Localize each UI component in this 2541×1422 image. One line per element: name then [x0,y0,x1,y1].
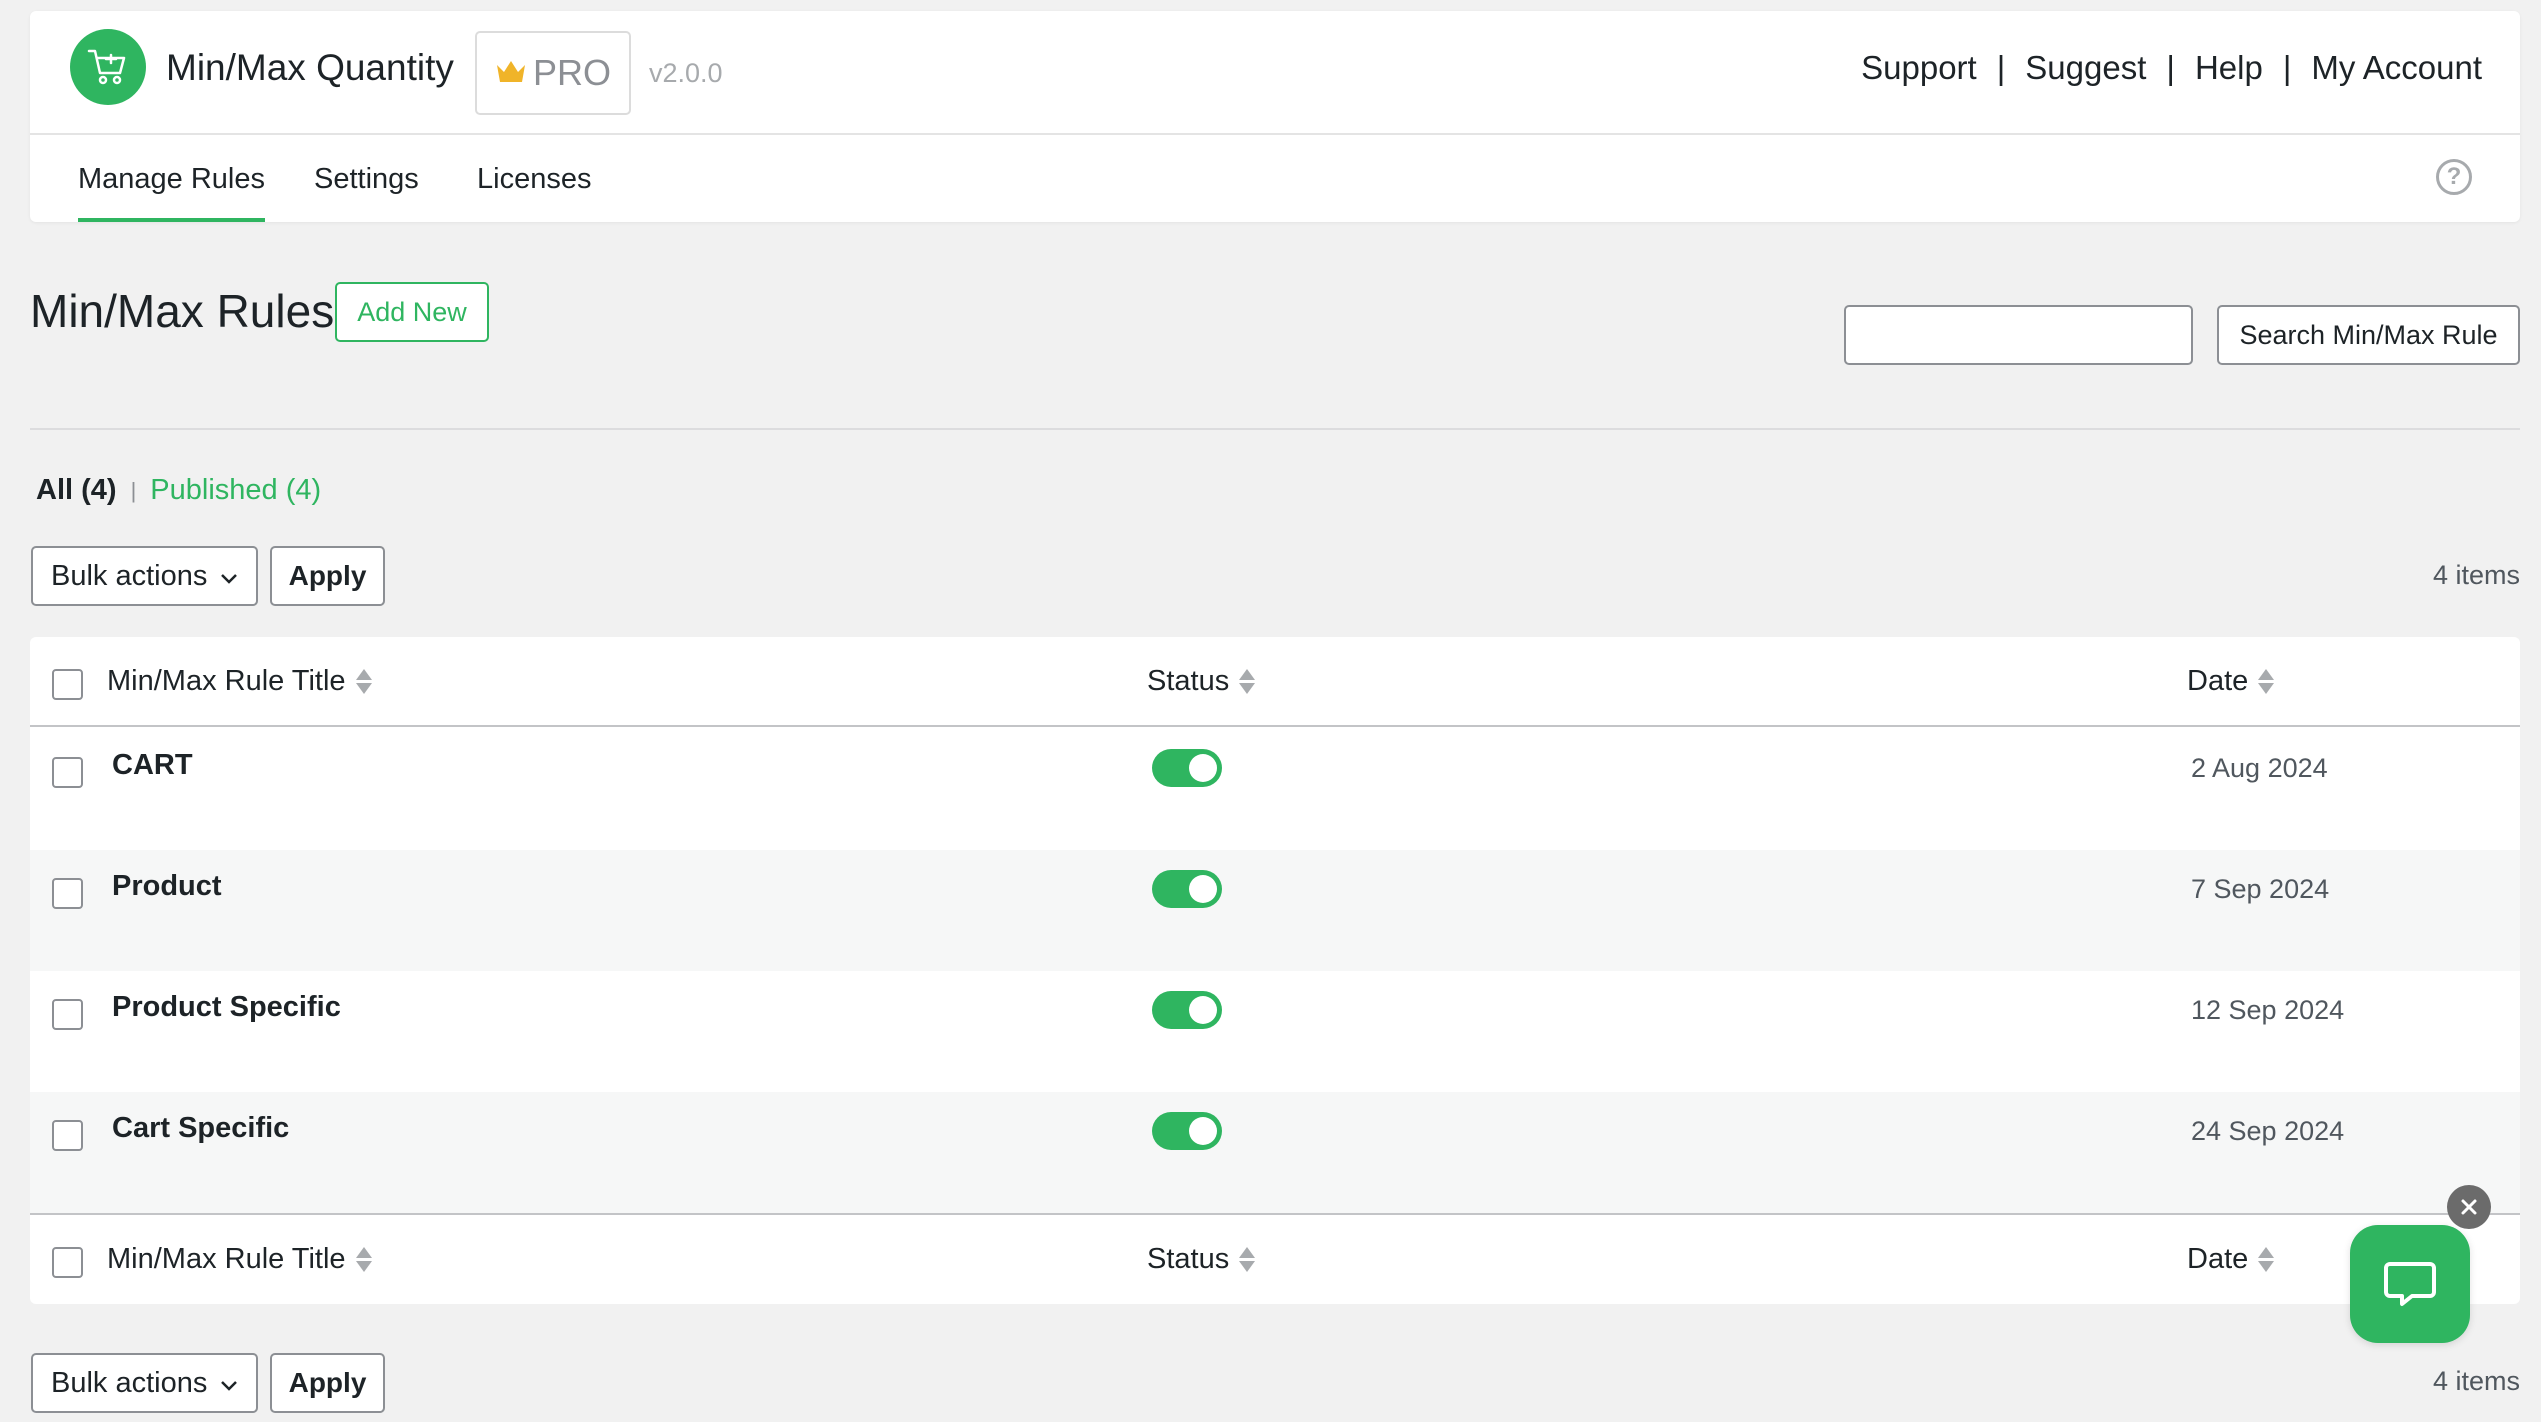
column-status-label: Status [1147,665,1230,697]
sort-icon [2258,1247,2275,1272]
filter-separator: | [130,477,137,503]
tab-settings[interactable]: Settings [314,163,419,218]
status-toggle[interactable] [1152,991,1222,1029]
search-rule-button[interactable]: Search Min/Max Rule [2217,305,2520,365]
link-separator: | [1996,49,2006,86]
chat-bubble-icon[interactable] [2350,1225,2470,1343]
support-link[interactable]: Support [1861,49,1977,87]
bulk-actions-select-top[interactable]: Bulk actions [31,546,258,606]
rules-table: Min/Max Rule Title Status Date CART 2 Au… [30,637,2520,1304]
page-title: Min/Max Rules [30,285,335,337]
chevron-down-icon [218,564,240,597]
tab-licenses[interactable]: Licenses [477,163,591,218]
column-status-footer[interactable]: Status [1147,1243,1256,1276]
rule-title-link[interactable]: CART [112,749,193,782]
row-checkbox[interactable] [52,999,83,1030]
search-input[interactable] [1844,305,2193,365]
rule-title-link[interactable]: Product Specific [112,991,341,1024]
rule-date: 24 Sep 2024 [2191,1116,2345,1146]
sort-icon [2258,669,2275,694]
sort-icon [1239,669,1256,694]
rule-title-link[interactable]: Product [112,870,222,903]
rule-date: 2 Aug 2024 [2191,753,2328,783]
status-toggle[interactable] [1152,749,1222,787]
status-filters: All (4) | Published (4) [36,474,321,507]
row-checkbox[interactable] [52,1120,83,1151]
column-status-label: Status [1147,1243,1230,1275]
version-label: v2.0.0 [649,58,723,88]
header-nav: Manage Rules Settings Licenses ? [30,135,2520,222]
table-footer: Min/Max Rule Title Status Date [30,1213,2520,1303]
question-circle-icon[interactable]: ? [2436,159,2472,195]
divider [30,428,2520,430]
crown-icon [495,52,527,94]
rule-date: 7 Sep 2024 [2191,874,2330,904]
column-date-label: Date [2187,1243,2249,1275]
bulk-actions-value: Bulk actions [51,559,208,592]
link-separator: | [2282,49,2292,86]
column-title[interactable]: Min/Max Rule Title [107,665,372,698]
top-links: Support | Suggest | Help | My Account [1861,49,2482,87]
column-date-label: Date [2187,665,2249,697]
column-date-footer[interactable]: Date [2187,1243,2275,1276]
status-toggle[interactable] [1152,1112,1222,1150]
table-row: Product Specific 12 Sep 2024 [30,971,2520,1092]
column-title-label: Min/Max Rule Title [107,1243,346,1275]
row-checkbox[interactable] [52,757,83,788]
table-row: CART 2 Aug 2024 [30,729,2520,850]
select-all-checkbox[interactable] [52,669,83,700]
items-count-bottom: 4 items [2432,1366,2520,1396]
column-date[interactable]: Date [2187,665,2275,698]
filter-published[interactable]: Published (4) [150,474,321,507]
select-all-checkbox-footer[interactable] [52,1247,83,1278]
sort-icon [355,669,372,694]
app-title: Min/Max Quantity [166,47,454,88]
items-count-top: 4 items [2432,560,2520,590]
table-header: Min/Max Rule Title Status Date [30,637,2520,727]
pro-badge[interactable]: PRO [475,31,631,115]
column-title-label: Min/Max Rule Title [107,665,346,697]
rule-title-link[interactable]: Cart Specific [112,1112,289,1145]
chevron-down-icon [218,1371,240,1404]
my-account-link[interactable]: My Account [2311,49,2482,87]
suggest-link[interactable]: Suggest [2025,49,2146,87]
tab-manage-rules[interactable]: Manage Rules [78,163,265,222]
add-new-button[interactable]: Add New [335,282,489,342]
apply-button-bottom[interactable]: Apply [270,1353,385,1413]
column-status[interactable]: Status [1147,665,1256,698]
column-title-footer[interactable]: Min/Max Rule Title [107,1243,372,1276]
pro-label: PRO [532,52,611,93]
sort-icon [1239,1247,1256,1272]
apply-button-top[interactable]: Apply [270,546,385,606]
table-row: Cart Specific 24 Sep 2024 [30,1092,2520,1213]
sort-icon [355,1247,372,1272]
plugin-header: Min/Max Quantity PRO v2.0.0 Support | Su… [30,11,2520,222]
bulk-actions-select-bottom[interactable]: Bulk actions [31,1353,258,1413]
help-link[interactable]: Help [2195,49,2263,87]
link-separator: | [2166,49,2175,86]
bulk-actions-value: Bulk actions [51,1366,208,1399]
rule-date: 12 Sep 2024 [2191,995,2345,1025]
header-top-bar: Min/Max Quantity PRO v2.0.0 Support | Su… [30,11,2520,135]
status-toggle[interactable] [1152,870,1222,908]
filter-all[interactable]: All (4) [36,474,117,507]
row-checkbox[interactable] [52,878,83,909]
close-icon[interactable] [2447,1185,2491,1229]
table-row: Product 7 Sep 2024 [30,850,2520,971]
cart-logo-icon [70,29,146,105]
